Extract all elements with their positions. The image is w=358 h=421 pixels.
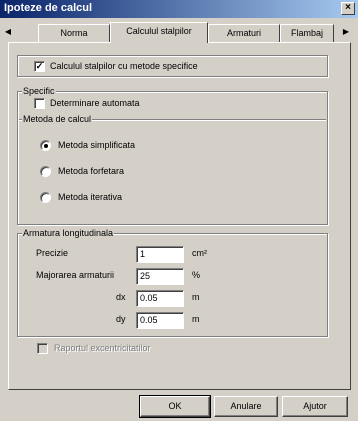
calc-specific-frame: ✓ Calculul stalpilor cu metode specifice (17, 55, 328, 77)
metoda-forfetara-label: Metoda forfetara (58, 166, 125, 176)
dx-unit: m (192, 292, 200, 302)
chevron-right-icon: ▶ (342, 27, 350, 36)
calc-specific-label: Calculul stalpilor cu metode specifice (50, 61, 198, 71)
metoda-iterativa-label: Metoda iterativa (58, 192, 123, 202)
armatura-group: Armatura longitudinala Precizie 1 cm² Ma… (17, 228, 328, 337)
precizie-field[interactable]: 1 (136, 246, 184, 263)
precizie-unit: cm² (192, 248, 207, 258)
dy-unit: m (192, 314, 200, 324)
tab-armaturi[interactable]: Armaturi (208, 24, 280, 42)
armatura-group-title: Armatura longitudinala (22, 228, 115, 238)
tab-label: Norma (60, 28, 88, 38)
calc-specific-checkbox[interactable]: ✓ (34, 61, 45, 72)
determinare-automata-checkbox[interactable] (34, 98, 45, 109)
tab-scroll-right-button[interactable]: ▶ (340, 25, 352, 39)
determinare-automata-label: Determinare automata (50, 98, 140, 108)
raport-label: Raportul excentricitatilor (54, 343, 151, 353)
cancel-button-label: Anulare (230, 401, 262, 411)
majorarea-unit: % (192, 270, 201, 280)
tab-flambaj[interactable]: Flambaj (280, 24, 334, 42)
ok-button[interactable]: OK (139, 395, 211, 418)
tab-scroll-left-button[interactable]: ◀ (2, 25, 14, 39)
majorarea-label: Majorarea armaturii (36, 270, 115, 280)
radio-selected-dot (44, 144, 48, 148)
tab-label: Armaturi (226, 28, 261, 38)
radio-metoda-forfetara[interactable] (40, 166, 51, 177)
radio-metoda-simplificata[interactable] (40, 140, 51, 151)
dx-field[interactable]: 0.05 (136, 290, 184, 307)
dx-label: dx (116, 292, 126, 302)
tab-norma[interactable]: Norma (38, 24, 110, 42)
radio-metoda-iterativa[interactable] (40, 192, 51, 203)
ok-button-label: OK (168, 401, 182, 411)
dy-label: dy (116, 314, 126, 324)
window-title: Ipoteze de calcul (4, 2, 93, 14)
metoda-group-title: Metoda de calcul (22, 114, 93, 125)
majorarea-field[interactable]: 25 (136, 268, 184, 285)
cancel-button[interactable]: Anulare (214, 396, 278, 417)
tab-label: Flambaj (290, 28, 323, 38)
metoda-simplificata-label: Metoda simplificata (58, 140, 136, 150)
check-icon: ✓ (35, 61, 44, 71)
close-icon: × (345, 2, 351, 13)
help-button[interactable]: Ajutor (282, 396, 348, 417)
precizie-label: Precizie (36, 248, 69, 258)
chevron-left-icon: ◀ (4, 27, 12, 36)
help-button-label: Ajutor (303, 401, 327, 411)
close-button[interactable]: × (341, 2, 355, 15)
tab-label: Calculul stalpilor (126, 26, 192, 36)
dy-field[interactable]: 0.05 (136, 312, 184, 329)
tab-panel: ✓ Calculul stalpilor cu metode specifice… (8, 42, 351, 390)
specific-group-title: Specific (22, 86, 56, 96)
raport-checkbox[interactable] (37, 343, 48, 354)
specific-group: Specific Determinare automata Metoda de … (17, 86, 328, 225)
tab-calculul-stalpilor[interactable]: Calculul stalpilor (110, 22, 208, 43)
title-bar: Ipoteze de calcul × (0, 0, 358, 18)
